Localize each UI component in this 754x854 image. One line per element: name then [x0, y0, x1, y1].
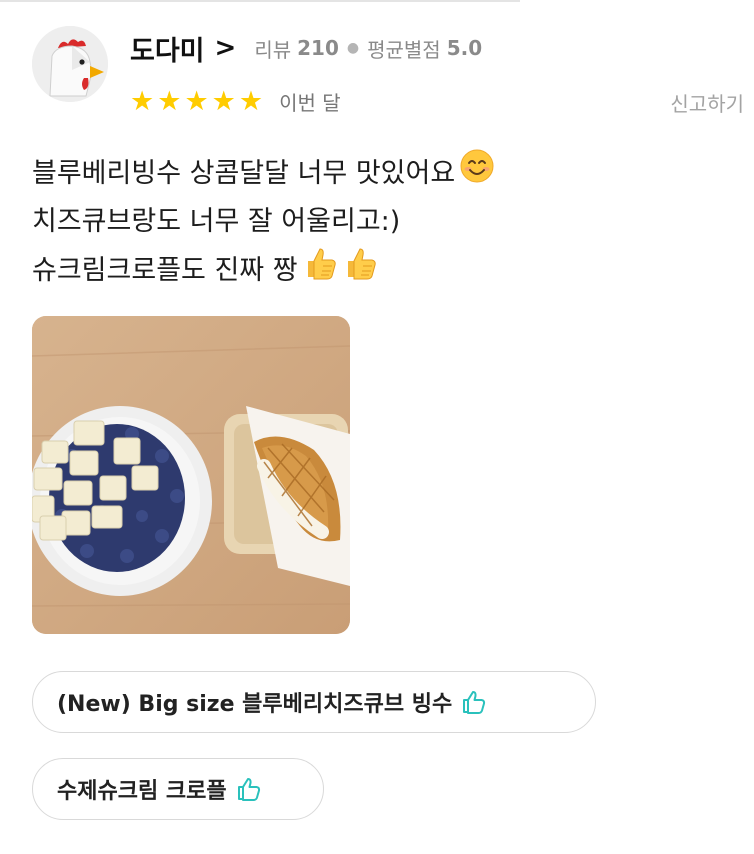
review-count: 210	[297, 36, 339, 60]
review-photo[interactable]	[32, 316, 350, 634]
star-icon: ★	[157, 85, 182, 117]
smiling-face-emoji-icon	[459, 148, 495, 199]
food-photo-illustration	[32, 316, 350, 634]
review-line: 슈크림크로플도 진짜 짱	[32, 245, 732, 296]
avatar[interactable]	[32, 26, 108, 102]
chevron-right-icon[interactable]: >	[215, 33, 237, 63]
review-date: 이번 달	[279, 90, 341, 115]
average-rating: 5.0	[446, 36, 483, 60]
reviewer-info: 도다미 > 리뷰 210 ● 평균별점 5.0	[130, 28, 482, 68]
star-rating: ★ ★ ★ ★ ★	[130, 88, 263, 115]
reviewer-nickname[interactable]: 도다미	[130, 29, 205, 68]
menu-tag-bingsu[interactable]: (New) Big size 블루베리치즈큐브 빙수	[32, 671, 596, 733]
thumbs-up-emoji-icon	[342, 245, 378, 296]
star-icon: ★	[211, 85, 236, 117]
top-divider	[0, 0, 520, 2]
separator-dot: ●	[346, 40, 360, 56]
menu-tag-label: 수제슈크림 크로플	[57, 779, 227, 804]
chicken-avatar-icon	[32, 26, 108, 102]
rating-row: ★ ★ ★ ★ ★ 이번 달	[130, 84, 341, 118]
review-count-label: 리뷰	[254, 37, 292, 62]
average-rating-label: 평균별점	[367, 37, 441, 62]
star-icon: ★	[238, 85, 264, 117]
menu-tag-label: (New) Big size 블루베리치즈큐브 빙수	[57, 692, 453, 717]
thumbs-up-icon	[235, 775, 263, 803]
review-text: 블루베리빙수 상콤달달 너무 맛있어요 치즈큐브랑도 너무 잘 어울리고:) 슈…	[32, 148, 732, 296]
star-icon: ★	[130, 85, 155, 117]
star-icon: ★	[184, 85, 209, 117]
menu-tag-croffle[interactable]: 수제슈크림 크로플	[32, 758, 324, 820]
thumbs-up-emoji-icon	[302, 245, 338, 296]
report-button[interactable]: 신고하기	[670, 88, 744, 117]
review-line: 블루베리빙수 상콤달달 너무 맛있어요	[32, 148, 732, 199]
review-line: 치즈큐브랑도 너무 잘 어울리고:)	[32, 206, 401, 237]
thumbs-up-icon	[460, 688, 488, 716]
